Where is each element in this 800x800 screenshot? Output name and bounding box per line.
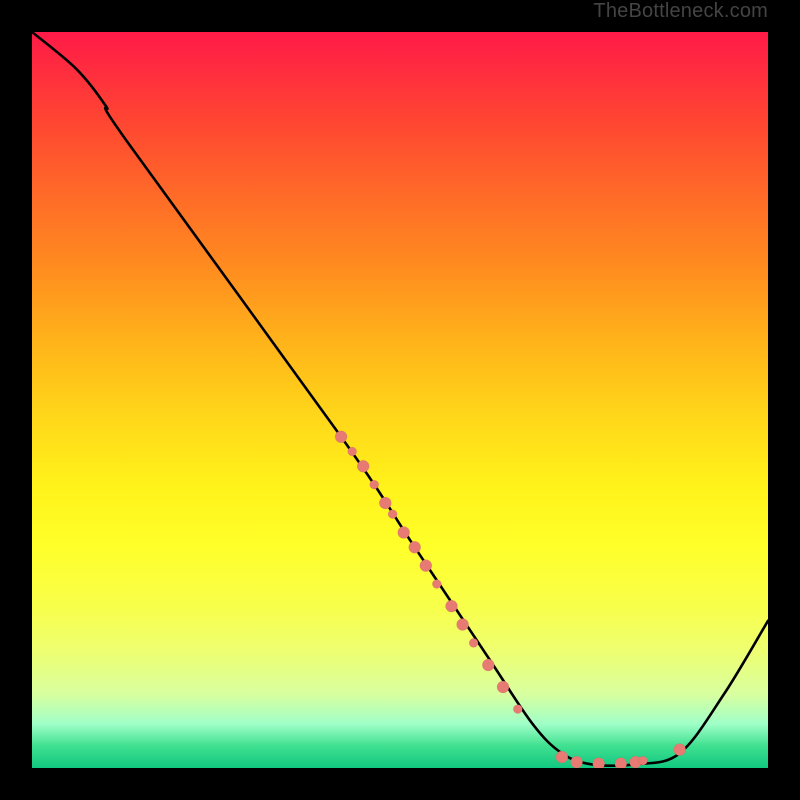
curve-layer — [32, 32, 768, 768]
data-point-marker — [556, 751, 568, 763]
data-point-marker — [335, 431, 347, 443]
data-point-marker — [571, 756, 583, 768]
watermark-text: TheBottleneck.com — [593, 0, 768, 23]
data-point-marker — [388, 510, 397, 519]
data-point-marker — [398, 527, 410, 539]
data-markers — [335, 431, 686, 768]
data-point-marker — [497, 681, 509, 693]
data-point-marker — [638, 756, 647, 765]
data-point-marker — [432, 580, 441, 589]
data-point-marker — [469, 638, 478, 647]
data-point-marker — [357, 460, 369, 472]
plot-area — [32, 32, 768, 768]
data-point-marker — [348, 447, 357, 456]
data-point-marker — [513, 705, 522, 714]
data-point-marker — [482, 659, 494, 671]
data-point-marker — [409, 541, 421, 553]
bottleneck-curve — [32, 32, 768, 766]
chart-frame: TheBottleneck.com — [0, 0, 800, 800]
data-point-marker — [379, 497, 391, 509]
data-point-marker — [420, 560, 432, 572]
data-point-marker — [370, 480, 379, 489]
data-point-marker — [615, 758, 627, 768]
data-point-marker — [446, 600, 458, 612]
data-point-marker — [593, 758, 605, 768]
data-point-marker — [674, 744, 686, 756]
data-point-marker — [457, 619, 469, 631]
